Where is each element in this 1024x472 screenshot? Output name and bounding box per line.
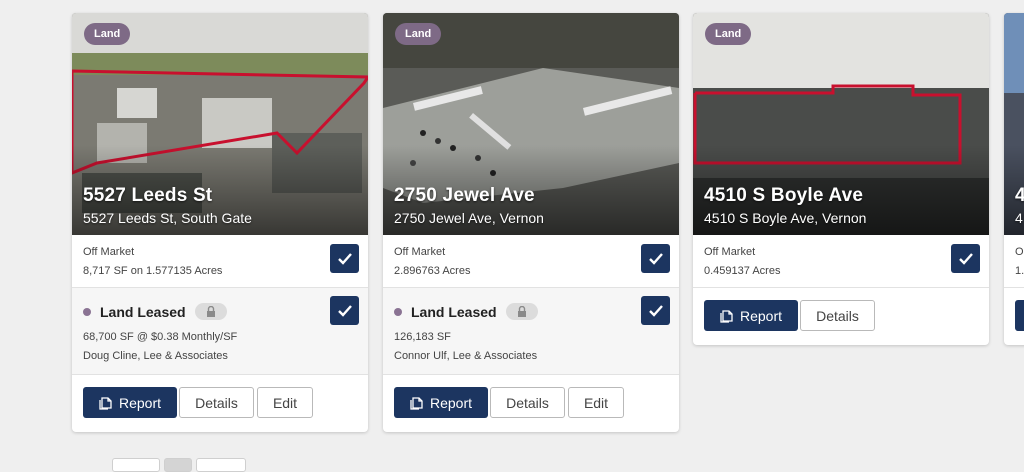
lease-checkbox[interactable] — [330, 296, 359, 325]
status-dot — [394, 307, 402, 316]
pagination-prev[interactable] — [112, 458, 160, 472]
select-checkbox[interactable] — [330, 244, 359, 273]
property-address: 5527 Leeds St, South Gate — [83, 210, 252, 226]
property-title[interactable]: 5527 Leeds St — [83, 185, 212, 207]
aerial-photo[interactable]: Land 5527 Leeds St 5527 Leeds St, South … — [72, 13, 368, 235]
property-size: 8,717 SF on 1.577135 Acres — [83, 265, 223, 277]
lease-broker: Connor Ulf, Lee & Associates — [394, 350, 538, 362]
property-size: 1.5 — [1015, 265, 1024, 277]
aerial-photo[interactable]: Land 4510 S Boyle Ave 4510 S Boyle Ave, … — [693, 13, 989, 235]
property-address: 4 — [1015, 210, 1023, 226]
report-button[interactable]: Report — [704, 300, 798, 331]
property-card[interactable]: 4 4 O 1.5 — [1004, 13, 1024, 345]
pagination-next[interactable] — [196, 458, 246, 472]
report-button-label: Report — [429, 394, 473, 411]
lease-terms: 126,183 SF — [394, 331, 451, 343]
property-address: 2750 Jewel Ave, Vernon — [394, 210, 544, 226]
check-icon — [337, 304, 352, 317]
edit-button[interactable]: Edit — [257, 387, 313, 418]
report-icon — [99, 396, 112, 410]
property-card[interactable]: Land 5527 Leeds St 5527 Leeds St, South … — [72, 13, 368, 432]
lease-broker: Doug Cline, Lee & Associates — [83, 350, 228, 362]
market-status: Off Market — [83, 246, 135, 258]
report-button[interactable]: Report — [83, 387, 177, 418]
check-icon — [337, 252, 352, 265]
select-checkbox[interactable] — [951, 244, 980, 273]
report-icon — [720, 309, 733, 323]
lease-title: Land Leased — [83, 303, 227, 320]
property-title[interactable]: 4510 S Boyle Ave — [704, 185, 863, 207]
market-status: Off Market — [704, 246, 756, 258]
aerial-photo[interactable]: Land 2750 Jewel Ave 2750 Jewel Ave, Vern… — [383, 13, 679, 235]
property-title[interactable]: 4 — [1015, 185, 1024, 207]
land-badge: Land — [395, 23, 442, 45]
report-icon — [410, 396, 423, 410]
report-button[interactable]: Report — [394, 387, 488, 418]
report-button-label: Report — [118, 394, 162, 411]
lock-badge — [505, 303, 538, 320]
check-icon — [648, 252, 663, 265]
report-button[interactable] — [1015, 300, 1024, 331]
lease-terms: 68,700 SF @ $0.38 Monthly/SF — [83, 331, 238, 343]
check-icon — [648, 304, 663, 317]
lease-title: Land Leased — [394, 303, 538, 320]
details-button[interactable]: Details — [800, 300, 875, 331]
lease-title-text: Land Leased — [100, 303, 186, 320]
market-status: Off Market — [394, 246, 446, 258]
property-address: 4510 S Boyle Ave, Vernon — [704, 210, 867, 226]
aerial-photo[interactable]: 4 4 — [1004, 13, 1024, 235]
lease-title-text: Land Leased — [411, 303, 497, 320]
lock-icon — [206, 306, 215, 317]
select-checkbox[interactable] — [641, 244, 670, 273]
market-status: O — [1015, 246, 1024, 258]
property-title[interactable]: 2750 Jewel Ave — [394, 185, 535, 207]
property-size: 2.896763 Acres — [394, 265, 471, 277]
property-card[interactable]: Land 4510 S Boyle Ave 4510 S Boyle Ave, … — [693, 13, 989, 345]
property-card[interactable]: Land 2750 Jewel Ave 2750 Jewel Ave, Vern… — [383, 13, 679, 432]
lock-badge — [194, 303, 227, 320]
property-size: 0.459137 Acres — [704, 265, 781, 277]
lock-icon — [517, 306, 526, 317]
report-button-label: Report — [739, 307, 783, 324]
edit-button[interactable]: Edit — [568, 387, 624, 418]
status-dot — [83, 307, 91, 316]
lease-checkbox[interactable] — [641, 296, 670, 325]
details-button[interactable]: Details — [179, 387, 254, 418]
check-icon — [958, 252, 973, 265]
pagination-page[interactable] — [164, 458, 192, 472]
land-badge: Land — [705, 23, 752, 45]
land-badge: Land — [84, 23, 131, 45]
details-button[interactable]: Details — [490, 387, 565, 418]
